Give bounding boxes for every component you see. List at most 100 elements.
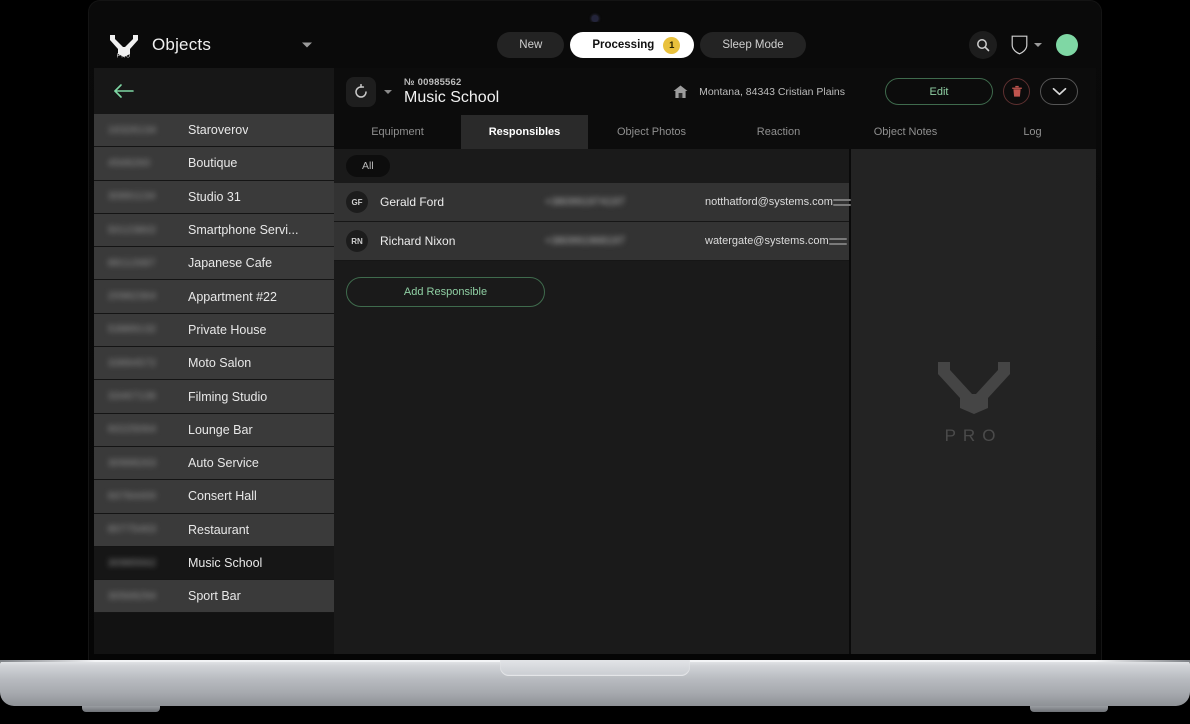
- tab-object-photos[interactable]: Object Photos: [588, 115, 715, 149]
- tab-label: Equipment: [371, 126, 424, 138]
- segmented-control-wrap: New Processing 1 Sleep Mode: [334, 32, 969, 58]
- edit-button-label: Edit: [929, 85, 949, 98]
- add-responsible-button[interactable]: Add Responsible: [346, 277, 545, 307]
- tab-log[interactable]: Log: [969, 115, 1096, 149]
- filter-chip-label: All: [362, 160, 374, 172]
- list-item[interactable]: 60225064 Lounge Bar: [94, 413, 334, 447]
- laptop-foot-right: [1030, 706, 1108, 712]
- app-body: 16326134 Staroverov 4568260 Boutique 3089113…: [94, 68, 1096, 654]
- tab-label: Object Photos: [616, 126, 687, 138]
- status-segmented-control: New Processing 1 Sleep Mode: [497, 32, 806, 58]
- drag-handle-icon[interactable]: [828, 237, 847, 245]
- edit-button[interactable]: Edit: [885, 78, 993, 105]
- tab-label: Log: [1023, 126, 1042, 138]
- refresh-dropdown-icon[interactable]: [384, 89, 392, 94]
- object-name: Appartment #22: [188, 289, 277, 304]
- main-panel: № 00985562 Music School Montana, 84343 C…: [334, 68, 1096, 654]
- brand-area[interactable]: PRO Objects: [94, 22, 334, 68]
- laptop-base: [0, 660, 1190, 712]
- object-id: 30568294: [108, 590, 157, 602]
- object-name: Studio 31: [188, 189, 241, 204]
- list-item[interactable]: 33894572 Moto Salon: [94, 347, 334, 381]
- list-item[interactable]: 50123802 Smartphone Servi...: [94, 213, 334, 248]
- drag-handle-icon[interactable]: [832, 198, 851, 206]
- object-id: 80775463: [108, 524, 157, 536]
- list-item[interactable]: 60784400 Consert Hall: [94, 480, 334, 514]
- object-name: Music School: [188, 556, 263, 570]
- filter-chip-all[interactable]: All: [346, 155, 390, 177]
- list-item[interactable]: 30568294 Sport Bar: [94, 580, 334, 614]
- search-button[interactable]: [969, 31, 997, 59]
- top-bar: PRO Objects New Processing 1 Sleep Mode: [94, 22, 1096, 68]
- application-window: PRO Objects New Processing 1 Sleep Mode …: [94, 22, 1096, 654]
- object-tabs[interactable]: Equipment Responsibles Object Photos Reacti…: [334, 115, 1096, 149]
- tab-responsibles[interactable]: Responsibles: [461, 115, 588, 149]
- object-identity: № 00985562 Music School: [404, 77, 499, 107]
- list-item[interactable]: 16326134 Staroverov: [94, 114, 334, 148]
- laptop-notch: [500, 660, 690, 676]
- responsibles-pane-empty-space: [334, 307, 849, 654]
- object-id: 30891134: [108, 191, 156, 203]
- tab-object-notes[interactable]: Object Notes: [842, 115, 969, 149]
- objects-list[interactable]: 16326134 Staroverov 4568260 Boutique 3089113…: [94, 114, 334, 632]
- tab-sleep-mode[interactable]: Sleep Mode: [700, 32, 806, 58]
- list-item[interactable]: 4568260 Boutique: [94, 147, 334, 181]
- address-text: Montana, 84343 Cristian Plains: [699, 85, 845, 98]
- object-id: 60225064: [108, 424, 157, 436]
- list-item[interactable]: 33467136 Filming Studio: [94, 380, 334, 414]
- tab-processing-label: Processing: [592, 39, 655, 51]
- pro-logo-icon: [937, 361, 1010, 414]
- object-id: 20982364: [108, 291, 157, 303]
- sidebar: 16326134 Staroverov 4568260 Boutique 3089113…: [94, 68, 334, 654]
- list-item[interactable]: 30998263 Auto Service: [94, 446, 334, 481]
- list-item[interactable]: 80775463 Restaurant: [94, 513, 334, 547]
- object-id: 33894572: [108, 357, 157, 369]
- list-item[interactable]: 30985562 Music School: [94, 546, 334, 581]
- object-name: Restaurant: [188, 522, 250, 537]
- tab-label: Object Notes: [873, 126, 938, 138]
- tab-reaction[interactable]: Reaction: [715, 115, 842, 149]
- svg-text:PRO: PRO: [117, 53, 131, 58]
- refresh-icon: [355, 83, 367, 98]
- object-header-actions: Edit: [885, 78, 1078, 105]
- page-title: Objects: [152, 35, 212, 54]
- object-number: № 00985562: [404, 76, 462, 88]
- list-item[interactable]: 20982364 Appartment #22: [94, 280, 334, 314]
- object-id: 16326134: [108, 124, 157, 136]
- object-name: Boutique: [188, 156, 238, 171]
- avatar: GF: [346, 191, 368, 213]
- shield-icon: [1011, 35, 1028, 55]
- list-item[interactable]: 30891134 Studio 31: [94, 180, 334, 214]
- webcam: [591, 15, 599, 22]
- user-avatar[interactable]: [1056, 34, 1078, 56]
- pro-logo-icon: PRO: [108, 32, 140, 58]
- list-item[interactable]: 88112687 Japanese Cafe: [94, 247, 334, 281]
- object-id: 88112687: [108, 257, 156, 269]
- chevron-down-icon[interactable]: [302, 42, 312, 48]
- chevron-down-icon: [1034, 43, 1042, 47]
- table-row[interactable]: GF Gerald Ford +380991974197 notthatford@sy…: [334, 183, 851, 222]
- laptop-foot-left: [82, 706, 160, 712]
- shield-menu[interactable]: [1011, 35, 1042, 55]
- filter-bar: All: [334, 149, 849, 183]
- search-icon: [977, 39, 990, 52]
- back-arrow-icon: [114, 84, 134, 98]
- object-name: Consert Hall: [188, 489, 257, 504]
- objects-list-tail: [94, 632, 334, 654]
- back-button[interactable]: [112, 83, 136, 99]
- responsible-email: watergate@systems.com: [705, 235, 829, 247]
- list-item[interactable]: 53889132 Private House: [94, 313, 334, 348]
- tab-processing[interactable]: Processing 1: [570, 32, 695, 58]
- tab-new[interactable]: New: [497, 32, 565, 58]
- object-id: 53889132: [108, 324, 157, 336]
- tab-equipment[interactable]: Equipment: [334, 115, 461, 149]
- object-address: Montana, 84343 Cristian Plains: [672, 84, 845, 100]
- home-icon: [673, 85, 688, 98]
- table-row[interactable]: RN Richard Nixon +380991968197 watergate@sy…: [334, 222, 849, 261]
- object-title: Music School: [404, 88, 500, 106]
- object-name: Sport Bar: [188, 589, 241, 604]
- expand-button[interactable]: [1040, 78, 1078, 105]
- delete-button[interactable]: [1003, 78, 1030, 105]
- refresh-button[interactable]: [346, 76, 376, 107]
- responsibles-list: GF Gerald Ford +380991974197 notthatford@sy…: [334, 183, 851, 261]
